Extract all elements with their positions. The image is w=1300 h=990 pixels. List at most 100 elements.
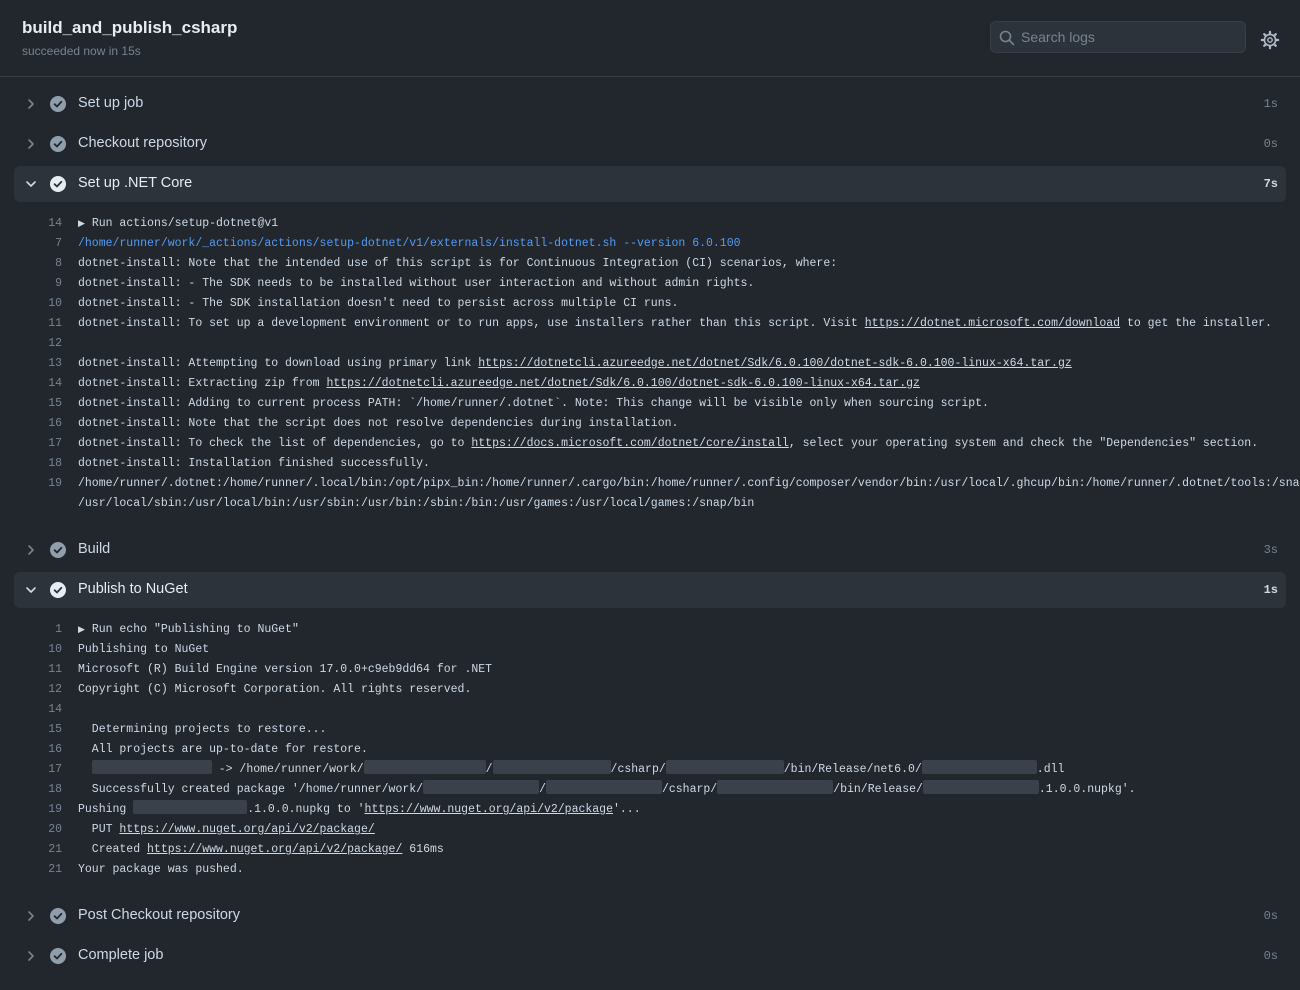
step-duration: 3s bbox=[1263, 543, 1278, 557]
log-text: dotnet-install: - The SDK needs to be in… bbox=[78, 277, 755, 290]
line-number: 11 bbox=[48, 663, 62, 676]
log-line: 19/home/runner/.dotnet:/home/runner/.loc… bbox=[14, 474, 1300, 494]
line-number: 21 bbox=[48, 843, 62, 856]
redacted-block bbox=[545, 780, 662, 794]
step-name: Complete job bbox=[78, 947, 164, 963]
log-link[interactable]: https://dotnet.microsoft.com/download bbox=[865, 317, 1120, 330]
step-name: Publish to NuGet bbox=[78, 581, 188, 597]
log-text: /home/runner/.dotnet:/home/runner/.local… bbox=[78, 477, 1300, 490]
log-text: Pushing bbox=[78, 803, 134, 816]
log-text: 616ms bbox=[402, 843, 444, 856]
log-text: Copyright (C) Microsoft Corporation. All… bbox=[78, 683, 472, 696]
log-text: /usr/local/sbin:/usr/local/bin:/usr/sbin… bbox=[78, 497, 755, 510]
step-duration: 0s bbox=[1263, 137, 1278, 151]
log-text: dotnet-install: To set up a development … bbox=[78, 317, 865, 330]
step-name: Checkout repository bbox=[78, 135, 207, 151]
log-line: 7/home/runner/work/_actions/actions/setu… bbox=[14, 234, 1286, 254]
search-input[interactable] bbox=[1021, 22, 1241, 52]
step-duration: 0s bbox=[1263, 909, 1278, 923]
log-line: 14 dotnet-install: Extracting zip from ht… bbox=[14, 374, 1286, 394]
line-number: 10 bbox=[48, 297, 62, 310]
step-checkout-repository[interactable]: Checkout repository 0s bbox=[14, 126, 1286, 162]
redacted-block bbox=[665, 760, 784, 774]
steps-list: Set up job 1s Checkout repository 0s Set… bbox=[14, 86, 1300, 978]
log-text: Successfully created package '/home/runn… bbox=[78, 783, 424, 796]
log-text: dotnet-install: Note that the script doe… bbox=[78, 417, 679, 430]
log-line: 12 Copyright (C) Microsoft Corporation. A… bbox=[14, 680, 1286, 700]
expand-triangle-icon[interactable]: ▶ bbox=[78, 625, 85, 635]
log-line: 11 dotnet-install: To set up a developmen… bbox=[14, 314, 1286, 334]
log-line: 13 dotnet-install: Attempting to download… bbox=[14, 354, 1286, 374]
log-link[interactable]: https://dotnetcli.azureedge.net/dotnet/S… bbox=[326, 377, 920, 390]
log-line: 17 dotnet-install: To check the list of d… bbox=[14, 434, 1286, 454]
line-number: 14 bbox=[48, 377, 62, 390]
step-publish-to-nuget[interactable]: Publish to NuGet 1s bbox=[14, 572, 1286, 608]
log-text: PUT bbox=[78, 823, 120, 836]
step-name: Build bbox=[78, 541, 111, 557]
step-post-checkout-repository[interactable]: Post Checkout repository 0s bbox=[14, 898, 1286, 934]
redacted-block bbox=[921, 760, 1037, 774]
log-link[interactable]: https://dotnetcli.azureedge.net/dotnet/S… bbox=[478, 357, 1072, 370]
line-number: 20 bbox=[48, 823, 62, 836]
redacted-block bbox=[922, 780, 1039, 794]
log-text: Publishing to NuGet bbox=[78, 643, 210, 656]
log-line[interactable]: 14 ▶ Run actions/setup-dotnet@v1 bbox=[14, 214, 1286, 234]
log-text: Created bbox=[78, 843, 148, 856]
line-number: 8 bbox=[55, 257, 62, 270]
line-number: 12 bbox=[48, 683, 62, 696]
log-link[interactable]: https://docs.microsoft.com/dotnet/core/i… bbox=[471, 437, 788, 450]
line-number: 21 bbox=[48, 863, 62, 876]
step-build[interactable]: Build 3s bbox=[14, 532, 1286, 568]
log-text: / bbox=[485, 763, 493, 776]
log-link[interactable]: https://www.nuget.org/api/v2/package/ bbox=[147, 843, 402, 856]
step-set-up-dotnet-core[interactable]: Set up .NET Core 7s bbox=[14, 166, 1286, 202]
expand-triangle-icon[interactable]: ▶ bbox=[78, 219, 85, 229]
step-duration: 0s bbox=[1263, 949, 1278, 963]
chevron-down-icon bbox=[26, 181, 36, 187]
log-text: to get the installer. bbox=[1120, 317, 1272, 330]
line-number: 18 bbox=[48, 783, 62, 796]
log-text: dotnet-install: Adding to current proces… bbox=[78, 397, 989, 410]
log-line: 10 dotnet-install: - The SDK installation… bbox=[14, 294, 1286, 314]
log-text: Your package was pushed. bbox=[78, 863, 244, 876]
log-line: 12 bbox=[14, 334, 1286, 354]
log-text: , select your operating system and check… bbox=[788, 437, 1259, 450]
log-link[interactable]: https://www.nuget.org/api/v2/package/ bbox=[119, 823, 374, 836]
chevron-right-icon bbox=[28, 545, 34, 555]
gear-icon[interactable] bbox=[1260, 30, 1280, 50]
log-output-setup-dotnet: 14 ▶ Run actions/setup-dotnet@v1 7/home/r… bbox=[14, 202, 1300, 528]
step-set-up-job[interactable]: Set up job 1s bbox=[14, 86, 1286, 122]
log-text: dotnet-install: Extracting zip from bbox=[78, 377, 327, 390]
job-status: succeeded now in 15s bbox=[22, 44, 141, 58]
line-number: 16 bbox=[48, 417, 62, 430]
step-duration: 1s bbox=[1263, 97, 1278, 111]
chevron-down-icon bbox=[26, 587, 36, 593]
check-circle-icon bbox=[50, 908, 66, 924]
log-link[interactable]: https://www.nuget.org/api/v2/package bbox=[365, 803, 613, 816]
chevron-right-icon bbox=[28, 139, 34, 149]
redacted-block bbox=[91, 760, 212, 774]
log-text: .1.0.0.nupkg to ' bbox=[247, 803, 365, 816]
log-text: Determining projects to restore... bbox=[78, 723, 327, 736]
redacted-block bbox=[492, 760, 611, 774]
log-output-publish: 1 ▶ Run echo "Publishing to NuGet" 10 Publ… bbox=[14, 608, 1286, 894]
line-number: 14 bbox=[48, 217, 62, 230]
step-duration: 7s bbox=[1263, 177, 1278, 191]
chevron-right-icon bbox=[28, 911, 34, 921]
log-text: .1.0.0.nupkg'. bbox=[1038, 783, 1136, 796]
search-box[interactable] bbox=[990, 21, 1246, 53]
step-complete-job[interactable]: Complete job 0s bbox=[14, 938, 1286, 974]
line-number: 15 bbox=[48, 397, 62, 410]
log-command: /home/runner/work/_actions/actions/setup… bbox=[78, 237, 741, 250]
step-name: Post Checkout repository bbox=[78, 907, 240, 923]
log-text: dotnet-install: To check the list of dep… bbox=[78, 437, 472, 450]
log-text: / bbox=[539, 783, 546, 796]
log-line: 16 All projects are up-to-date for resto… bbox=[14, 740, 1286, 760]
log-line: 16 dotnet-install: Note that the script d… bbox=[14, 414, 1286, 434]
check-circle-icon bbox=[50, 542, 66, 558]
log-line[interactable]: 1 ▶ Run echo "Publishing to NuGet" bbox=[14, 620, 1286, 640]
step-name: Set up .NET Core bbox=[78, 175, 193, 191]
redacted-block bbox=[423, 780, 540, 794]
log-text: dotnet-install: Installation finished su… bbox=[78, 457, 430, 470]
line-number: 18 bbox=[48, 457, 62, 470]
